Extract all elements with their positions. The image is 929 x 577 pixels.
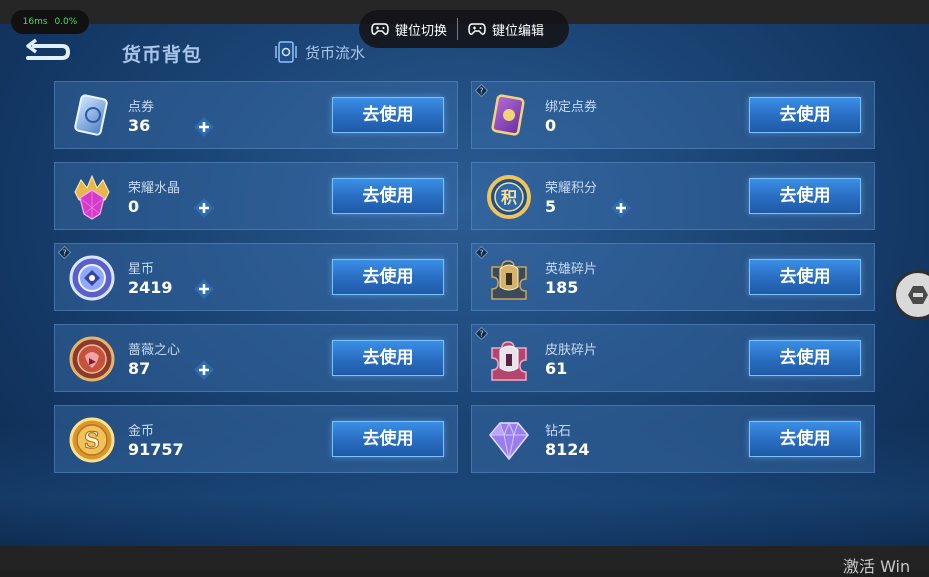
currency-name: 英雄碎片 <box>545 262 598 277</box>
glory-crystal-icon <box>74 174 110 220</box>
use-button[interactable]: 去使用 <box>749 259 861 295</box>
gamepad-icon <box>468 23 486 35</box>
currency-name: 钻石 <box>545 424 572 439</box>
currency-card: 点券 36 去使用 <box>54 81 458 149</box>
currency-value: 91757 <box>128 440 184 459</box>
use-button[interactable]: 去使用 <box>332 259 444 295</box>
currency-value: 0 <box>128 197 140 216</box>
svg-text:积: 积 <box>501 188 517 207</box>
key-edit-button[interactable]: 键位编辑 <box>458 10 554 48</box>
currency-value: 87 <box>128 359 151 378</box>
currency-flow-tab[interactable]: 货币流水 <box>275 40 365 64</box>
currency-card: ? 星币 2419 去使用 <box>54 243 458 311</box>
hero-fragment-icon <box>491 260 527 300</box>
currency-flow-label: 货币流水 <box>305 43 366 62</box>
svg-text:S: S <box>84 428 100 454</box>
currency-card: ? 绑定点券 0 去使用 <box>471 81 875 149</box>
svg-text:?: ? <box>479 249 483 258</box>
use-button[interactable]: 去使用 <box>332 421 444 457</box>
currency-card: S 金币 91757 去使用 <box>54 405 458 473</box>
svg-text:?: ? <box>479 87 483 96</box>
currency-card: ? 皮肤碎片 61 去使用 <box>471 324 875 392</box>
add-icon[interactable] <box>193 116 215 138</box>
activation-watermark: 激活 Win <box>843 557 911 576</box>
currency-name: 荣耀积分 <box>545 181 598 196</box>
add-icon[interactable] <box>193 197 215 219</box>
svg-text:?: ? <box>479 330 483 339</box>
currency-card: 钻石 8124 去使用 <box>471 405 875 473</box>
star-coin-icon <box>69 255 115 301</box>
currency-value: 36 <box>128 116 151 135</box>
use-button[interactable]: 去使用 <box>332 97 444 133</box>
currency-value: 185 <box>545 278 579 297</box>
currency-value: 61 <box>545 359 568 378</box>
add-icon[interactable] <box>193 278 215 300</box>
diamond-icon <box>489 421 529 461</box>
use-button[interactable]: 去使用 <box>749 97 861 133</box>
currency-name: 金币 <box>128 424 155 439</box>
hexagon-icon <box>908 286 928 304</box>
ledger-icon <box>275 41 297 63</box>
add-icon[interactable] <box>193 359 215 381</box>
use-button[interactable]: 去使用 <box>749 178 861 214</box>
latency-text: 16ms <box>22 17 48 27</box>
page-title: 货币背包 <box>122 44 203 66</box>
currency-card: 蔷薇之心 87 去使用 <box>54 324 458 392</box>
key-edit-label: 键位编辑 <box>492 23 545 39</box>
key-switch-button[interactable]: 键位切换 <box>359 10 457 48</box>
voucher-icon <box>74 94 108 136</box>
currency-value: 8124 <box>545 440 590 459</box>
svg-text:?: ? <box>62 249 66 258</box>
gold-coin-icon: S <box>69 417 115 463</box>
key-switch-label: 键位切换 <box>395 23 448 39</box>
currency-name: 点券 <box>128 100 155 115</box>
use-button[interactable]: 去使用 <box>749 340 861 376</box>
back-icon[interactable] <box>24 36 72 66</box>
rose-heart-icon <box>69 336 115 382</box>
currency-name: 荣耀水晶 <box>128 181 181 196</box>
add-icon[interactable] <box>610 197 632 219</box>
currency-value: 0 <box>545 116 557 135</box>
use-button[interactable]: 去使用 <box>332 340 444 376</box>
glory-points-icon: 积 <box>487 175 531 219</box>
currency-value: 5 <box>545 197 557 216</box>
loss-text: 0.0% <box>54 17 78 27</box>
currency-value: 2419 <box>128 278 173 297</box>
currency-name: 绑定点券 <box>545 100 598 115</box>
use-button[interactable]: 去使用 <box>749 421 861 457</box>
currency-card: ? 英雄碎片 185 去使用 <box>471 243 875 311</box>
currency-name: 皮肤碎片 <box>545 343 598 358</box>
bound-voucher-icon <box>491 94 525 136</box>
currency-name: 星币 <box>128 262 155 277</box>
currency-name: 蔷薇之心 <box>128 343 181 358</box>
currency-card: 积 荣耀积分 5 去使用 <box>471 162 875 230</box>
key-mapping-bar: 键位切换 键位编辑 <box>359 10 569 48</box>
currency-card: 荣耀水晶 0 去使用 <box>54 162 458 230</box>
performance-badge: 16ms 0.0% <box>11 10 89 34</box>
bottom-bar <box>0 546 929 570</box>
gamepad-icon <box>371 23 389 35</box>
skin-fragment-icon <box>491 341 527 381</box>
use-button[interactable]: 去使用 <box>332 178 444 214</box>
